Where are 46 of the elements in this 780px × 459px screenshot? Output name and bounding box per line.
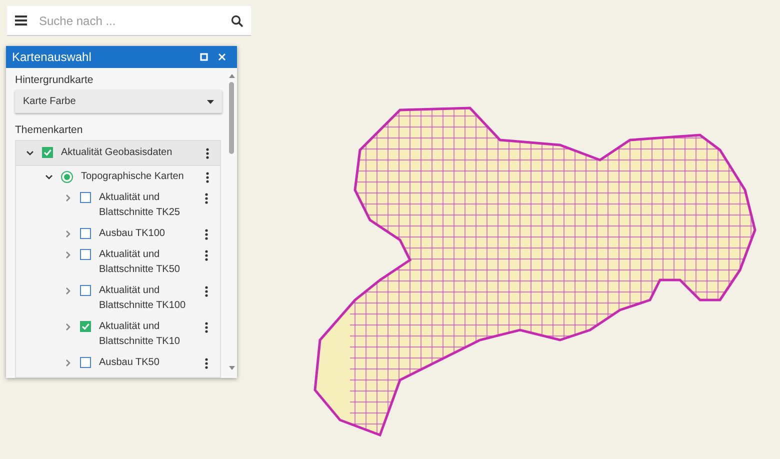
checkbox[interactable]	[80, 285, 91, 296]
layer-label: Aktualität und Blattschnitte TK10	[99, 320, 181, 349]
layer-label: Aktualität und Blattschnitte TK25	[99, 191, 181, 220]
menu-button[interactable]	[7, 6, 35, 36]
checkbox[interactable]	[80, 357, 91, 368]
checkbox[interactable]	[80, 228, 91, 239]
layer-label: Ausbau TK100	[99, 227, 166, 241]
radio-button[interactable]	[61, 171, 73, 183]
dropdown-caret-icon	[207, 100, 214, 104]
checkbox[interactable]	[80, 249, 91, 260]
chevron-right-icon	[64, 194, 72, 202]
more-vertical-icon	[204, 250, 208, 260]
layer-label: Ausbau TK50	[99, 356, 160, 370]
section-label: Hintergrundkarte	[15, 74, 94, 86]
close-icon	[218, 53, 226, 61]
checkbox[interactable]	[80, 321, 91, 332]
scroll-down-icon[interactable]	[228, 366, 234, 370]
more-vertical-icon	[204, 228, 208, 240]
chevron-right-icon	[64, 323, 72, 331]
layer-label: Aktualität und Blattschnitte TK100	[99, 284, 187, 313]
search-icon	[231, 14, 243, 26]
layer-label: Topographische Karten	[81, 170, 185, 184]
more-vertical-icon	[204, 192, 208, 204]
layer-label: Aktualität und Blattschnitte TK50	[99, 248, 181, 277]
search-button[interactable]	[223, 6, 251, 36]
background-map-dropdown[interactable]: Karte Farbe	[15, 90, 222, 113]
chevron-right-icon	[64, 287, 72, 295]
more-vertical-icon	[206, 172, 208, 182]
checkbox[interactable]	[42, 147, 53, 158]
checkbox[interactable]	[80, 192, 91, 203]
more-vertical-icon	[204, 358, 208, 368]
more-vertical-icon	[204, 322, 208, 332]
section-label: Themenkarten	[15, 124, 83, 136]
search-field[interactable]: Suche nach ...	[35, 6, 223, 36]
more-vertical-icon	[206, 148, 208, 158]
menu-icon	[15, 15, 27, 26]
chevron-right-icon	[64, 251, 72, 259]
layer-label: Aktualität Geobasisdaten	[61, 146, 174, 160]
chevron-down-icon	[26, 149, 34, 157]
chevron-right-icon	[64, 230, 72, 238]
more-vertical-icon	[204, 286, 208, 296]
chevron-down-icon	[45, 173, 53, 181]
chevron-right-icon	[64, 359, 72, 367]
square-icon	[200, 53, 208, 61]
panel-title: Kartenauswahl	[12, 50, 92, 64]
scroll-up-icon[interactable]	[228, 74, 234, 78]
